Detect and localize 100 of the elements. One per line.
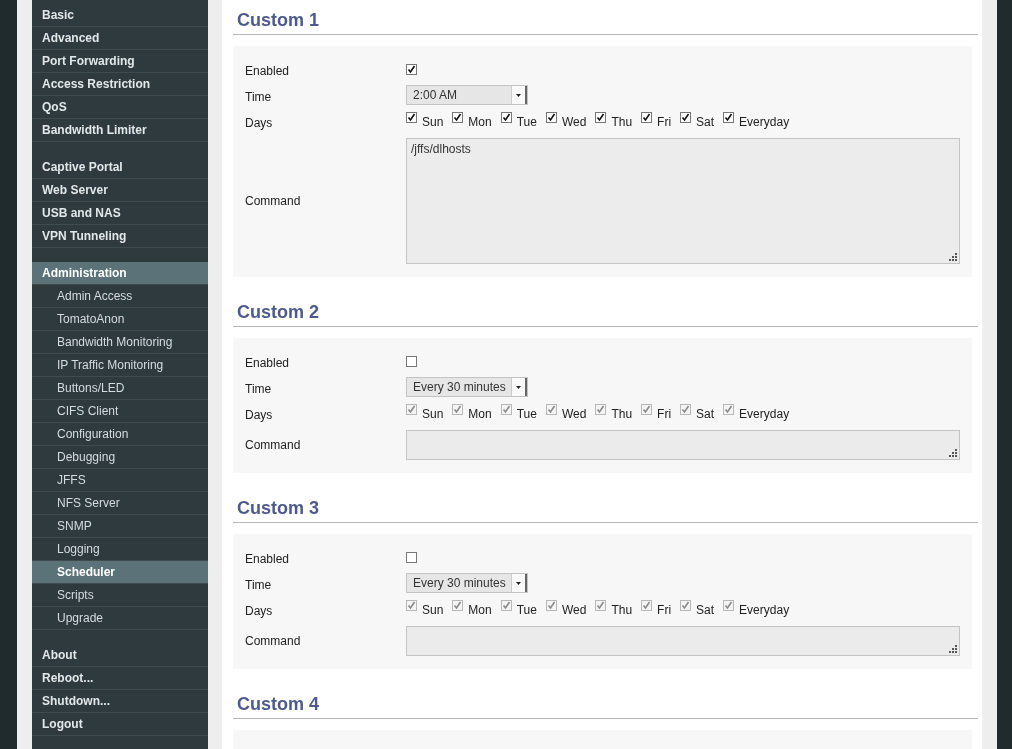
day-label: Mon: [468, 406, 492, 421]
nav-item[interactable]: Access Restriction: [32, 73, 208, 96]
command-field[interactable]: /jffs/dlhosts: [406, 138, 960, 264]
nav-item[interactable]: Shutdown...: [32, 690, 208, 713]
checkbox[interactable]: [406, 112, 417, 123]
checkbox[interactable]: [680, 600, 692, 611]
nav-item[interactable]: Buttons/LED: [32, 377, 208, 400]
nav-item[interactable]: Scheduler: [32, 561, 208, 584]
day-label: Wed: [561, 602, 587, 617]
resize-grip-icon[interactable]: [949, 253, 958, 262]
section-title: Custom 3: [233, 494, 978, 523]
day-label: Sat: [696, 114, 715, 129]
field-label: Time: [245, 577, 273, 594]
day-label: Fri: [657, 406, 672, 421]
day-label: Wed: [561, 406, 587, 421]
nav-item[interactable]: Bandwidth Limiter: [32, 119, 208, 142]
day-label: Mon: [468, 114, 492, 129]
day-label: Tue: [516, 406, 537, 421]
checkbox[interactable]: [595, 112, 607, 123]
nav-item[interactable]: IP Traffic Monitoring: [32, 354, 208, 377]
nav-item[interactable]: QoS: [32, 96, 208, 119]
command-field[interactable]: [406, 626, 960, 656]
caret-icon: [516, 385, 521, 389]
section-title: Custom 4: [233, 690, 978, 719]
nav-item[interactable]: Logout: [32, 713, 208, 736]
nav-item[interactable]: About: [32, 644, 208, 667]
checkbox[interactable]: [406, 63, 417, 75]
nav-item[interactable]: Advanced: [32, 27, 208, 50]
nav-item[interactable]: Debugging: [32, 446, 208, 469]
nav-item[interactable]: Configuration: [32, 423, 208, 446]
field-label: Enabled: [245, 63, 291, 80]
resize-grip-icon[interactable]: [949, 449, 958, 458]
nav-item[interactable]: Captive Portal: [32, 156, 208, 179]
day-label: Fri: [657, 602, 672, 617]
checkbox[interactable]: [723, 404, 735, 415]
field-label: Command: [245, 437, 302, 454]
checkbox[interactable]: [500, 600, 512, 611]
checkbox[interactable]: [452, 404, 464, 415]
checkbox[interactable]: [723, 112, 735, 123]
section-title: Custom 2: [233, 298, 978, 327]
nav-item[interactable]: Reboot...: [32, 667, 208, 690]
checkbox[interactable]: [680, 112, 692, 123]
section-title: Custom 1: [233, 6, 978, 35]
checkbox[interactable]: [641, 112, 653, 123]
nav-item[interactable]: Upgrade: [32, 607, 208, 630]
checkbox[interactable]: [452, 600, 464, 611]
caret-icon: [516, 93, 521, 97]
day-label: Everyday: [739, 114, 790, 129]
checkbox[interactable]: [545, 404, 557, 415]
nav-item[interactable]: USB and NAS: [32, 202, 208, 225]
nav-item[interactable]: SNMP: [32, 515, 208, 538]
nav-item[interactable]: JFFS: [32, 469, 208, 492]
field-label: Enabled: [245, 355, 291, 372]
checkbox[interactable]: [452, 112, 464, 123]
day-label: Sun: [422, 406, 444, 421]
checkbox[interactable]: [406, 600, 417, 611]
day-label: Everyday: [739, 602, 790, 617]
field-label: Command: [245, 193, 302, 210]
day-label: Fri: [657, 114, 672, 129]
checkbox[interactable]: [545, 600, 557, 611]
checkbox[interactable]: [595, 600, 607, 611]
nav-item[interactable]: Basic: [32, 4, 208, 27]
checkbox[interactable]: [595, 404, 607, 415]
nav-item[interactable]: Administration: [32, 262, 208, 285]
checkbox[interactable]: [500, 112, 512, 123]
day-label: Mon: [468, 602, 492, 617]
day-label: Thu: [611, 602, 633, 617]
nav-item[interactable]: Web Server: [32, 179, 208, 202]
checkbox[interactable]: [406, 551, 417, 563]
day-label: Sun: [422, 114, 444, 129]
nav-item[interactable]: TomatoAnon: [32, 308, 208, 331]
field-label: Time: [245, 89, 273, 106]
checkbox[interactable]: [641, 600, 653, 611]
nav-item[interactable]: Scripts: [32, 584, 208, 607]
day-label: Wed: [561, 114, 587, 129]
checkbox[interactable]: [500, 404, 512, 415]
nav-item[interactable]: NFS Server: [32, 492, 208, 515]
command-field[interactable]: [406, 430, 960, 460]
checkbox[interactable]: [545, 112, 557, 123]
field-label: Days: [245, 115, 274, 132]
field-label: Enabled: [245, 551, 291, 568]
checkbox[interactable]: [641, 404, 653, 415]
nav-item[interactable]: Port Forwarding: [32, 50, 208, 73]
checkbox[interactable]: [406, 355, 417, 367]
resize-grip-icon[interactable]: [949, 645, 958, 654]
time-select[interactable]: 2:00 AM: [406, 85, 528, 105]
checkbox[interactable]: [680, 404, 692, 415]
time-select[interactable]: Every 30 minutes: [406, 377, 528, 397]
field-label: Time: [245, 381, 273, 398]
checkbox[interactable]: [723, 600, 735, 611]
nav-item[interactable]: VPN Tunneling: [32, 225, 208, 248]
time-select[interactable]: Every 30 minutes: [406, 573, 528, 593]
day-label: Sat: [696, 602, 715, 617]
day-label: Sat: [696, 406, 715, 421]
nav-item[interactable]: Admin Access: [32, 285, 208, 308]
day-label: Thu: [611, 406, 633, 421]
checkbox[interactable]: [406, 404, 417, 415]
nav-item[interactable]: CIFS Client: [32, 400, 208, 423]
caret-icon: [516, 581, 521, 585]
nav-item[interactable]: Bandwidth Monitoring: [32, 331, 208, 354]
